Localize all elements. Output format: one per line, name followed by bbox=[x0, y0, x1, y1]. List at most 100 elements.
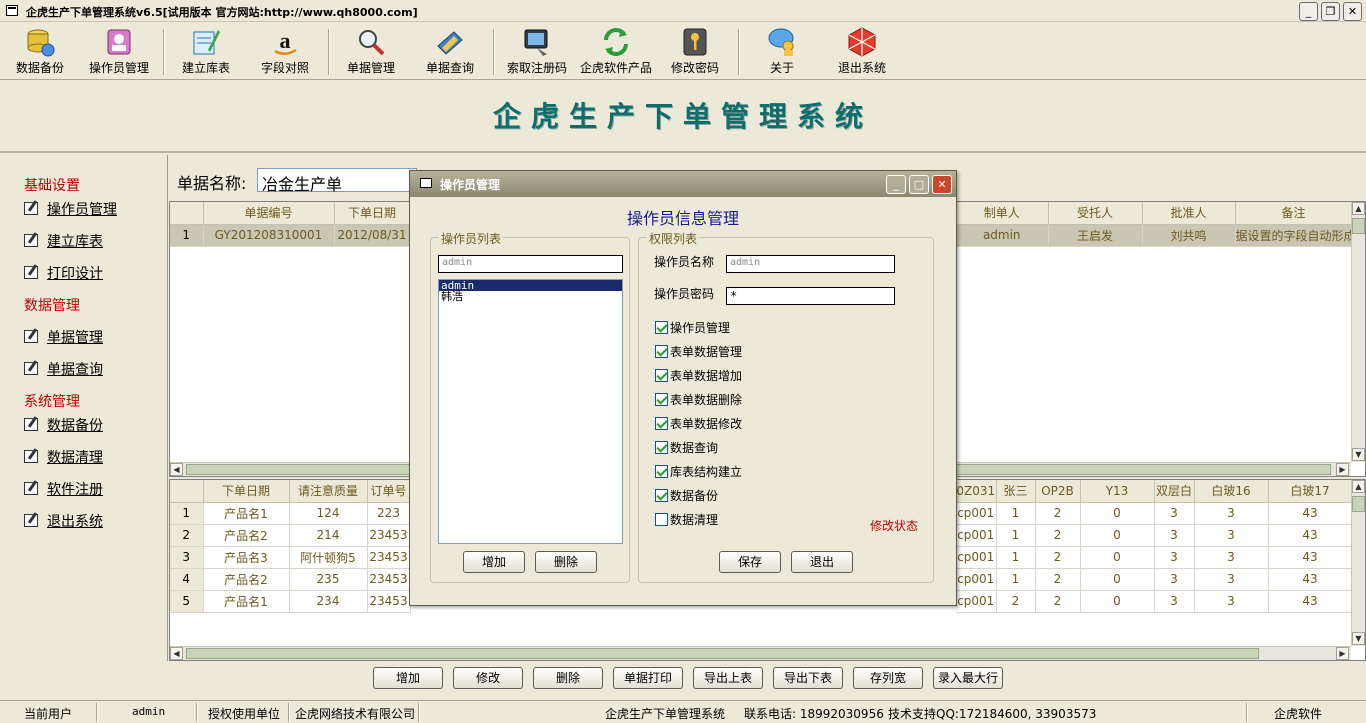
scroll-thumb[interactable] bbox=[186, 648, 1259, 659]
dialog-title-bar[interactable]: 操作员管理 _ □ ✕ bbox=[410, 171, 956, 197]
restore-button[interactable]: ❐ bbox=[1321, 2, 1340, 21]
scroll-up-arrow[interactable]: ▲ bbox=[1352, 480, 1365, 493]
cell[interactable]: 2 bbox=[996, 590, 1036, 613]
cell[interactable]: 0 bbox=[1080, 568, 1155, 591]
table-row[interactable]: 1 产品名1 124 223 bbox=[170, 502, 411, 525]
scroll-right-arrow[interactable]: ▶ bbox=[1336, 647, 1349, 660]
print-button[interactable]: 单据打印 bbox=[613, 667, 683, 689]
scroll-down-arrow[interactable]: ▼ bbox=[1352, 448, 1365, 461]
sidebar-item-doc-query[interactable]: 单据查询 bbox=[24, 359, 103, 379]
checkbox-unchecked[interactable] bbox=[655, 513, 668, 526]
cell[interactable]: 3 bbox=[1194, 502, 1269, 525]
scroll-down-arrow[interactable]: ▼ bbox=[1352, 632, 1365, 645]
cell[interactable]: 235 bbox=[289, 568, 368, 591]
cell[interactable]: 3 bbox=[1154, 524, 1195, 547]
edit-button[interactable]: 修改 bbox=[453, 667, 523, 689]
cell[interactable]: 23453 bbox=[367, 590, 411, 613]
cell[interactable]: 0 bbox=[1080, 502, 1155, 525]
table-row[interactable]: 5 产品名1 234 23453 bbox=[170, 590, 411, 613]
scroll-right-arrow[interactable]: ▶ bbox=[1336, 463, 1349, 476]
column-header[interactable]: 请注意质量 bbox=[289, 480, 368, 503]
checkbox-checked[interactable] bbox=[655, 345, 668, 358]
column-header[interactable]: Y13 bbox=[1080, 480, 1155, 503]
checkbox-checked[interactable] bbox=[655, 369, 668, 382]
cell[interactable]: 124 bbox=[289, 502, 368, 525]
cell[interactable]: 43 bbox=[1268, 546, 1353, 569]
table-row[interactable]: 3 产品名3 阿什顿狗5 23453 bbox=[170, 546, 411, 569]
cell[interactable]: 1 bbox=[996, 502, 1036, 525]
perm-checkbox-form-manage[interactable]: 表单数据管理 bbox=[655, 343, 742, 360]
table-row[interactable]: cp001 1 2 0 3 3 43 bbox=[956, 524, 1353, 547]
cell[interactable]: cp001 bbox=[956, 502, 997, 525]
perm-checkbox-form-delete[interactable]: 表单数据删除 bbox=[655, 391, 742, 408]
cell[interactable]: 2 bbox=[1035, 524, 1081, 547]
delete-operator-button[interactable]: 删除 bbox=[535, 551, 597, 573]
column-header[interactable]: 下单日期 bbox=[334, 202, 411, 225]
cell[interactable]: cp001 bbox=[956, 590, 997, 613]
cell[interactable]: cp001 bbox=[956, 546, 997, 569]
cell[interactable]: 23453 bbox=[367, 524, 411, 547]
column-header[interactable]: 受托人 bbox=[1048, 202, 1143, 225]
add-operator-button[interactable]: 增加 bbox=[463, 551, 525, 573]
scroll-thumb[interactable] bbox=[1352, 496, 1365, 512]
cell[interactable]: cp001 bbox=[956, 568, 997, 591]
checkbox-checked[interactable] bbox=[655, 465, 668, 478]
toolbar-button-operator[interactable]: 操作员管理 bbox=[79, 26, 159, 78]
perm-checkbox-table-structure[interactable]: 库表结构建立 bbox=[655, 463, 742, 480]
cell[interactable]: 3 bbox=[1194, 546, 1269, 569]
toolbar-button-register-code[interactable]: 索取注册码 bbox=[497, 26, 577, 78]
perm-checkbox-form-add[interactable]: 表单数据增加 bbox=[655, 367, 742, 384]
table-row[interactable]: 4 产品名2 235 23453 bbox=[170, 568, 411, 591]
save-button[interactable]: 保存 bbox=[719, 551, 781, 573]
checkbox-checked[interactable] bbox=[655, 441, 668, 454]
column-header[interactable]: OP2B bbox=[1035, 480, 1081, 503]
cell[interactable]: 43 bbox=[1268, 524, 1353, 547]
cell-date[interactable]: 2012/08/31 bbox=[334, 224, 411, 247]
table-row[interactable]: cp001 1 2 0 3 3 43 bbox=[956, 546, 1353, 569]
upper-vertical-scrollbar[interactable]: ▲ ▼ bbox=[1351, 202, 1365, 462]
cell[interactable]: 223 bbox=[367, 502, 411, 525]
perm-checkbox-backup[interactable]: 数据备份 bbox=[655, 487, 718, 504]
cell[interactable]: 23453 bbox=[367, 546, 411, 569]
cell[interactable]: 43 bbox=[1268, 568, 1353, 591]
operator-name-input[interactable]: admin bbox=[726, 255, 895, 273]
perm-checkbox-query[interactable]: 数据查询 bbox=[655, 439, 718, 456]
cell-note[interactable]: 据设置的字段自动形成 bbox=[1235, 224, 1353, 247]
column-header[interactable]: 订单号 bbox=[367, 480, 411, 503]
export-upper-button[interactable]: 导出上表 bbox=[693, 667, 763, 689]
sidebar-item-cleanup[interactable]: 数据清理 bbox=[24, 447, 103, 467]
cell[interactable]: 2 bbox=[1035, 546, 1081, 569]
toolbar-button-exit[interactable]: 退出系统 bbox=[822, 26, 902, 78]
cell[interactable]: 2 bbox=[1035, 502, 1081, 525]
column-header[interactable] bbox=[170, 202, 204, 225]
cell[interactable]: 23453 bbox=[367, 568, 411, 591]
table-row[interactable]: cp001 1 2 0 3 3 43 bbox=[956, 568, 1353, 591]
cell[interactable]: 产品名2 bbox=[203, 568, 290, 591]
operator-search-input[interactable]: admin bbox=[438, 255, 623, 273]
column-header[interactable]: 备注 bbox=[1235, 202, 1353, 225]
toolbar-button-about[interactable]: 关于 bbox=[742, 26, 822, 78]
cell-approver[interactable]: 刘共鸣 bbox=[1142, 224, 1236, 247]
scroll-left-arrow[interactable]: ◀ bbox=[170, 647, 183, 660]
cell[interactable]: 产品名1 bbox=[203, 502, 290, 525]
cell[interactable]: 阿什顿狗5 bbox=[289, 546, 368, 569]
close-button[interactable]: ✕ bbox=[1343, 2, 1362, 21]
list-item[interactable]: 韩浩 bbox=[439, 291, 622, 302]
column-header[interactable] bbox=[170, 480, 204, 503]
table-row[interactable]: cp001 1 2 0 3 3 43 bbox=[956, 502, 1353, 525]
checkbox-checked[interactable] bbox=[655, 393, 668, 406]
cell[interactable]: 3 bbox=[1194, 568, 1269, 591]
table-row[interactable]: 2 产品名2 214 23453 bbox=[170, 524, 411, 547]
toolbar-button-backup[interactable]: 数据备份 bbox=[0, 26, 80, 78]
sidebar-item-register[interactable]: 软件注册 bbox=[24, 479, 103, 499]
perm-checkbox-cleanup[interactable]: 数据清理 bbox=[655, 511, 718, 528]
column-header[interactable]: 双层白 bbox=[1154, 480, 1195, 503]
cell[interactable]: 0 bbox=[1080, 524, 1155, 547]
table-row[interactable]: admin 王启发 刘共鸣 据设置的字段自动形成 bbox=[956, 224, 1353, 247]
checkbox-checked[interactable] bbox=[655, 489, 668, 502]
cell[interactable]: 3 bbox=[1194, 524, 1269, 547]
toolbar-button-doc-manage[interactable]: 单据管理 bbox=[331, 26, 411, 78]
cell-code[interactable]: GY201208310001 bbox=[203, 224, 335, 247]
export-lower-button[interactable]: 导出下表 bbox=[773, 667, 843, 689]
column-header[interactable]: 张三 bbox=[996, 480, 1036, 503]
